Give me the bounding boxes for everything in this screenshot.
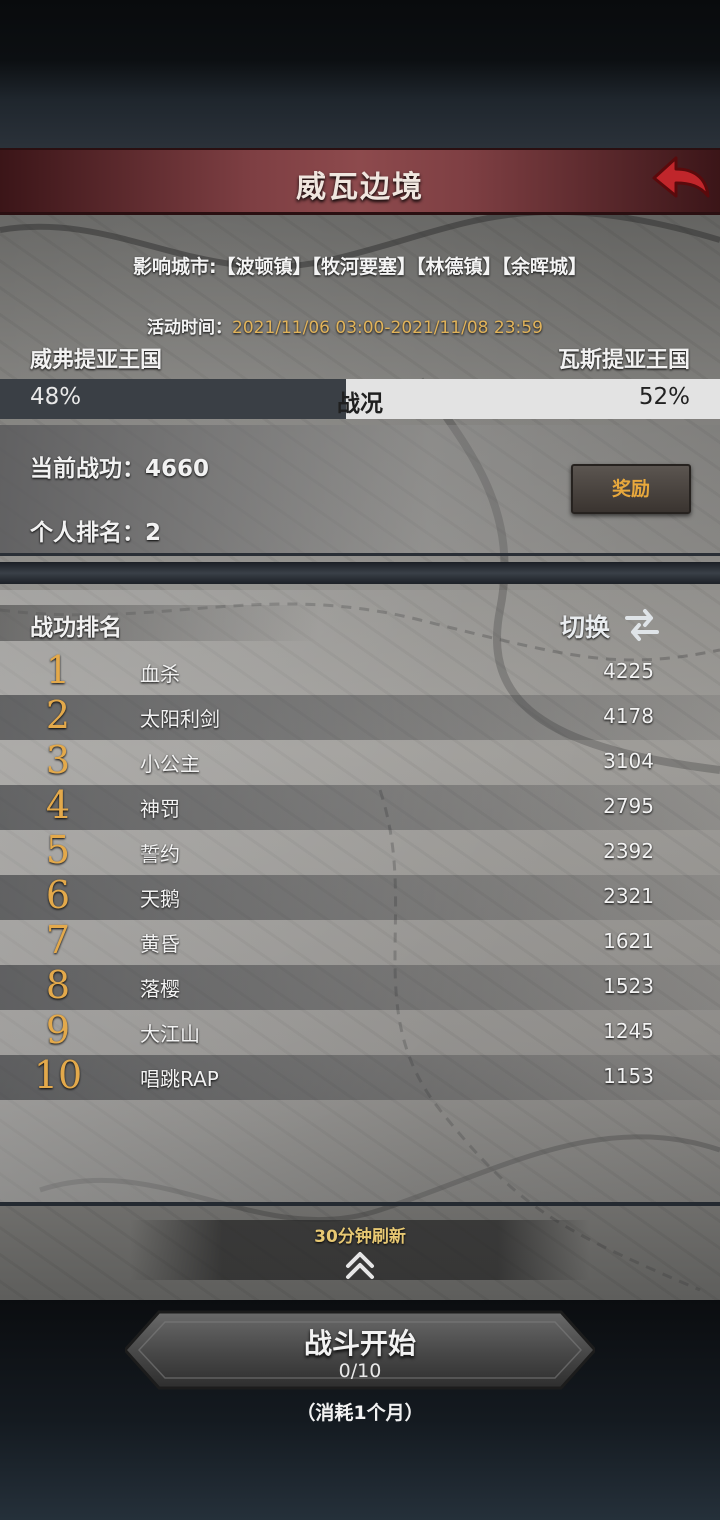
rank-number: 10	[33, 1053, 83, 1097]
back-arrow-button[interactable]	[648, 152, 712, 204]
war-status-label: 战况	[337, 391, 383, 417]
player-score: 4178	[603, 704, 654, 728]
player-score: 2392	[603, 839, 654, 863]
personal-rank: 个人排名：2	[30, 520, 162, 546]
ranking-row[interactable]: 3 小公主 3104	[0, 738, 720, 785]
right-nation-name: 瓦斯提亚王国	[557, 348, 690, 373]
player-name: 大江山	[140, 1022, 200, 1046]
ranking-row[interactable]: 9 大江山 1245	[0, 1008, 720, 1055]
player-name: 落樱	[140, 977, 180, 1001]
event-time: 活动时间：2021/11/06 03:00-2021/11/08 23:59	[147, 313, 543, 338]
reward-button[interactable]: 奖励	[571, 464, 691, 514]
switch-arrows-icon[interactable]	[623, 607, 661, 643]
affected-cities: 影响城市:【波顿镇】【牧河要塞】【林德镇】【余晖城】	[132, 256, 588, 278]
rank-number: 7	[45, 918, 71, 962]
battle-start-label: 战斗开始	[303, 1327, 416, 1360]
player-name: 誓约	[140, 842, 180, 866]
battle-cost-note: （消耗1个月）	[296, 1402, 424, 1424]
right-percent: 52%	[638, 384, 690, 410]
switch-button[interactable]: 切换	[560, 608, 610, 644]
player-name: 太阳利剑	[140, 707, 220, 731]
ranking-row[interactable]: 8 落樱 1523	[0, 963, 720, 1010]
rank-number: 3	[45, 738, 71, 782]
player-score: 1245	[603, 1019, 654, 1043]
event-time-value: 2021/11/06 03:00-2021/11/08 23:59	[232, 318, 543, 338]
left-nation-name: 威弗提亚王国	[30, 348, 163, 373]
player-name: 神罚	[140, 797, 180, 821]
ranking-row[interactable]: 10 唱跳RAP 1153	[0, 1053, 720, 1100]
ranking-row[interactable]: 6 天鹅 2321	[0, 873, 720, 920]
player-name: 黄昏	[140, 932, 180, 956]
player-score: 3104	[603, 749, 654, 773]
ranking-title: 战功排名	[30, 615, 122, 641]
war-status-bar: 48% 战况 52%	[0, 379, 720, 419]
expand-up-icon[interactable]	[340, 1250, 380, 1280]
rank-number: 2	[45, 693, 71, 737]
panel-divider	[0, 562, 720, 584]
refresh-note: 30分钟刷新	[314, 1227, 406, 1247]
page-title: 威瓦边境	[296, 170, 424, 205]
top-dark-bar	[0, 0, 720, 150]
rank-number: 9	[45, 1008, 71, 1052]
player-name: 天鹅	[140, 887, 180, 911]
ranking-row[interactable]: 7 黄昏 1621	[0, 918, 720, 965]
player-score: 4225	[603, 659, 654, 683]
player-name: 唱跳RAP	[140, 1067, 219, 1091]
ranking-row[interactable]: 4 神罚 2795	[0, 783, 720, 830]
ranking-row[interactable]: 5 誓约 2392	[0, 828, 720, 875]
current-merit: 当前战功：4660	[30, 456, 210, 482]
player-name: 血杀	[140, 662, 180, 686]
player-name: 小公主	[140, 752, 200, 776]
ranking-row[interactable]: 1 血杀 4225	[0, 648, 720, 695]
player-score: 1621	[603, 929, 654, 953]
event-time-label: 活动时间：	[147, 318, 232, 338]
player-score: 2321	[603, 884, 654, 908]
rank-number: 5	[45, 828, 71, 872]
player-score: 1523	[603, 974, 654, 998]
rank-number: 6	[45, 873, 71, 917]
title-bar: 威瓦边境	[0, 148, 720, 215]
rank-number: 1	[45, 648, 71, 692]
rank-number: 8	[45, 963, 71, 1007]
player-score: 1153	[603, 1064, 654, 1088]
rank-number: 4	[45, 783, 71, 827]
player-score: 2795	[603, 794, 654, 818]
back-arrow-icon	[652, 156, 710, 198]
battle-count: 0/10	[338, 1360, 382, 1382]
ranking-row[interactable]: 2 太阳利剑 4178	[0, 693, 720, 740]
